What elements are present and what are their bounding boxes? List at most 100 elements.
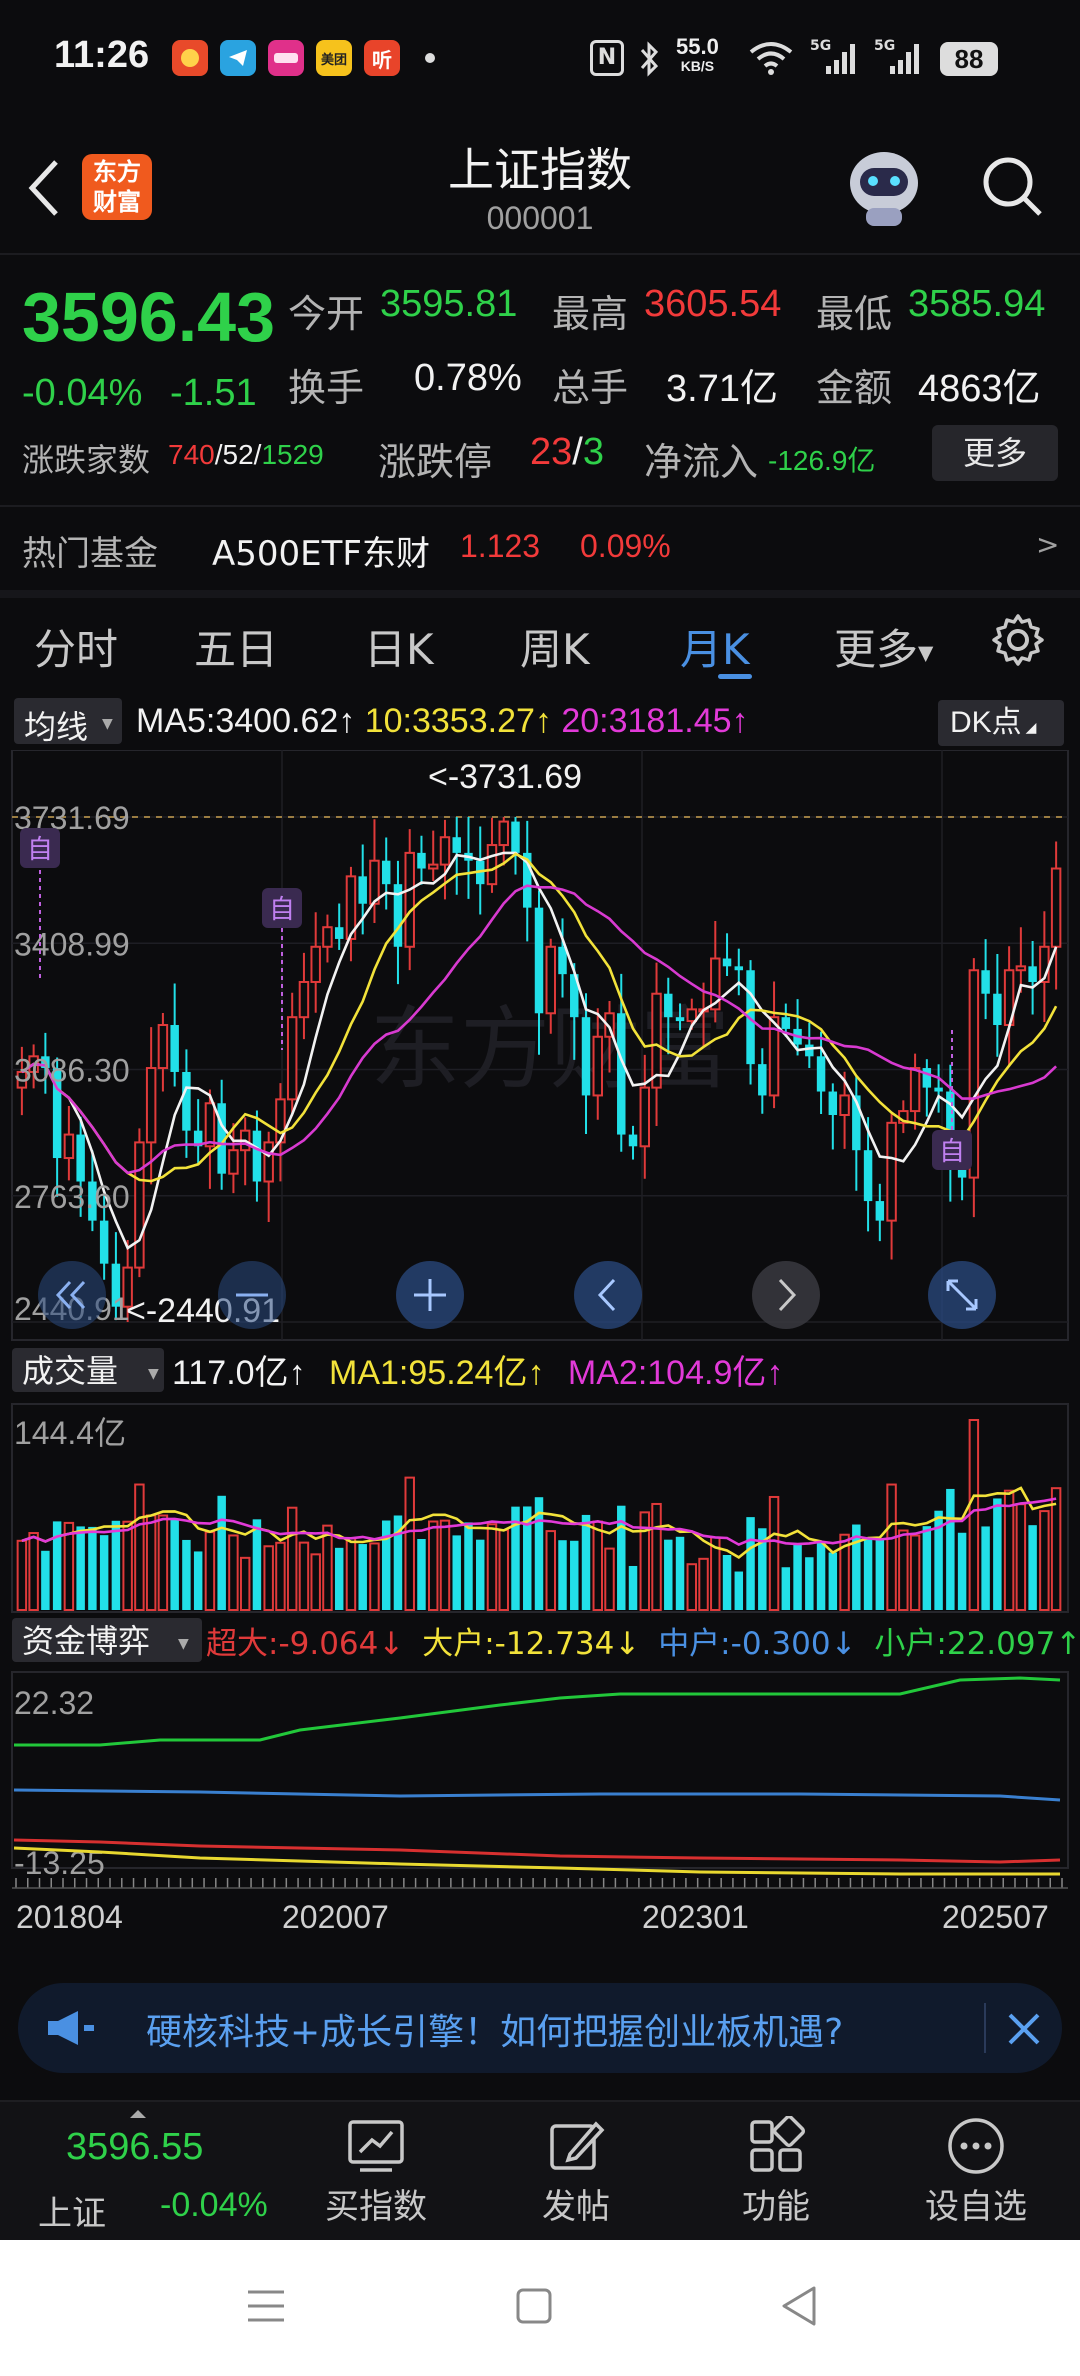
fund-large: 大户:-12.734	[422, 1626, 614, 1662]
candle	[651, 992, 662, 1089]
candle	[486, 844, 498, 886]
volume-bar	[204, 1531, 216, 1612]
fullscreen-button[interactable]	[928, 1261, 996, 1329]
tab-more[interactable]: 更多▼	[834, 616, 933, 677]
status-time: 11:26	[54, 34, 150, 76]
meituan-icon: 美团	[316, 40, 352, 76]
nav-watchlist[interactable]: 设自选	[876, 2102, 1076, 2242]
back-icon[interactable]	[778, 2284, 822, 2328]
speed-unit: KB/S	[680, 58, 715, 74]
search-icon[interactable]	[978, 152, 1048, 222]
candle	[439, 836, 451, 866]
volume-bar	[63, 1521, 75, 1611]
index-ticker[interactable]: 3596.55 上证 -0.04%	[0, 2102, 300, 2242]
volume-bar	[793, 1544, 802, 1610]
limit-label: 涨跌停	[378, 440, 493, 484]
header: 东方 财富 上证指数 000001	[0, 120, 1080, 255]
kline-chart[interactable]: 东方财富 3731.693408.993086.302763.602440.91…	[0, 750, 1080, 1970]
menu-icon[interactable]	[246, 2286, 286, 2326]
volume-bar	[381, 1520, 391, 1610]
robot-assistant-icon[interactable]	[842, 146, 926, 230]
hot-fund-row[interactable]: 热门基金 A500ETF东财 1.123 0.09% >	[0, 508, 1080, 590]
candle	[228, 1149, 239, 1175]
scroll-left-button[interactable]	[574, 1261, 642, 1329]
nav-functions[interactable]: 功能	[676, 2102, 876, 2242]
volume-bar	[993, 1498, 1002, 1610]
fund-super: 超大:-9.064	[206, 1626, 378, 1662]
volume-bar	[41, 1550, 50, 1610]
candle	[182, 1071, 191, 1131]
volume-bar	[545, 1530, 556, 1611]
volume-bar	[698, 1557, 709, 1612]
tab-intraday[interactable]: 分时	[34, 616, 118, 677]
candle	[734, 966, 744, 971]
nav-buy-index[interactable]: 买指数	[276, 2102, 476, 2242]
fund-small-arrow: ↑	[1055, 1626, 1080, 1662]
tab-daily-k[interactable]: 日K	[364, 616, 434, 677]
candle	[170, 1025, 179, 1072]
zoom-out-button[interactable]	[218, 1261, 286, 1329]
max-price-label: <-3731.69	[428, 758, 582, 796]
volume-bar	[768, 1495, 780, 1611]
more-button[interactable]: 更多	[932, 425, 1058, 481]
fund-top-tick: 22.32	[14, 1685, 94, 1721]
tab-monthly-k[interactable]: 月K	[680, 616, 750, 677]
fund-medium-arrow: ↓	[831, 1626, 857, 1662]
volume-bar	[805, 1557, 814, 1610]
close-icon[interactable]	[1006, 2011, 1042, 2047]
amount-value: 4863亿	[918, 368, 1041, 410]
tab-five-day[interactable]: 五日	[194, 616, 278, 677]
volume-bar	[298, 1541, 310, 1611]
nav-post[interactable]: 发帖	[476, 2102, 676, 2242]
hot-fund-arrow: >	[1036, 528, 1060, 561]
volume-value: 117.0亿	[172, 1354, 289, 1392]
candle	[839, 1094, 850, 1117]
self-marker-1-text: 自	[27, 835, 53, 865]
change-percent: -0.04%	[22, 372, 143, 414]
volume-bar	[239, 1556, 251, 1611]
dk-point-button[interactable]: DK点 ◢	[938, 700, 1064, 746]
hot-fund-label: 热门基金	[22, 534, 158, 574]
x-label-202301: 202301	[642, 1899, 749, 1935]
promo-banner[interactable]: 硬核科技+成长引擎！如何把握创业板机遇?	[18, 1983, 1062, 2073]
indicator-selector[interactable]: 均线 ▼	[14, 698, 122, 746]
candle	[511, 821, 520, 853]
volume-bar	[957, 1532, 967, 1610]
bluetooth-icon	[640, 41, 659, 77]
home-icon[interactable]	[514, 2286, 554, 2326]
volume-bar	[1039, 1510, 1050, 1611]
kline-y-ticks: 3731.693408.993086.302763.602440.91	[14, 800, 130, 1327]
volume-bar	[909, 1534, 921, 1612]
scroll-right-button[interactable]	[752, 1261, 820, 1329]
active-tab-indicator	[718, 674, 752, 679]
settings-gear-icon[interactable]	[990, 612, 1046, 668]
tab-weekly-k[interactable]: 周K	[520, 616, 590, 677]
volume-bar	[746, 1517, 755, 1610]
candle	[252, 1130, 262, 1182]
zoom-in-button[interactable]	[396, 1261, 464, 1329]
candle	[1028, 966, 1037, 982]
high-label: 最高	[552, 292, 629, 336]
speed-value: 55.0	[676, 34, 719, 59]
system-nav-bar	[0, 2240, 1080, 2376]
inflow-value: -126.9亿	[768, 445, 876, 476]
candle	[886, 1121, 897, 1222]
ma5-value: MA5:3400.62	[136, 702, 339, 740]
candle	[63, 1133, 75, 1160]
ma10-arrow: ↑	[534, 702, 552, 740]
network-speed: 55.0 KB/S	[676, 34, 719, 75]
inflow-label: 净流入	[644, 440, 759, 484]
scroll-left-fast-button[interactable]	[38, 1261, 106, 1329]
candle	[498, 820, 509, 847]
telegram-icon	[220, 40, 256, 76]
wifi-icon	[749, 42, 793, 75]
dropdown-icon: ▼	[102, 716, 113, 732]
volume-value: 3.71亿	[666, 368, 778, 410]
status-bar: 11:26 美团 听 N 55.0 KB/S 5G 5G 88	[0, 0, 1080, 120]
turnover-value: 0.78%	[414, 357, 522, 399]
volume-bar	[99, 1535, 109, 1610]
volume-bar	[217, 1495, 226, 1610]
y-tick-label: 3086.30	[14, 1053, 130, 1089]
banner-divider	[984, 2003, 986, 2053]
fund-indicator-label: 资金博弈	[22, 1622, 150, 1660]
